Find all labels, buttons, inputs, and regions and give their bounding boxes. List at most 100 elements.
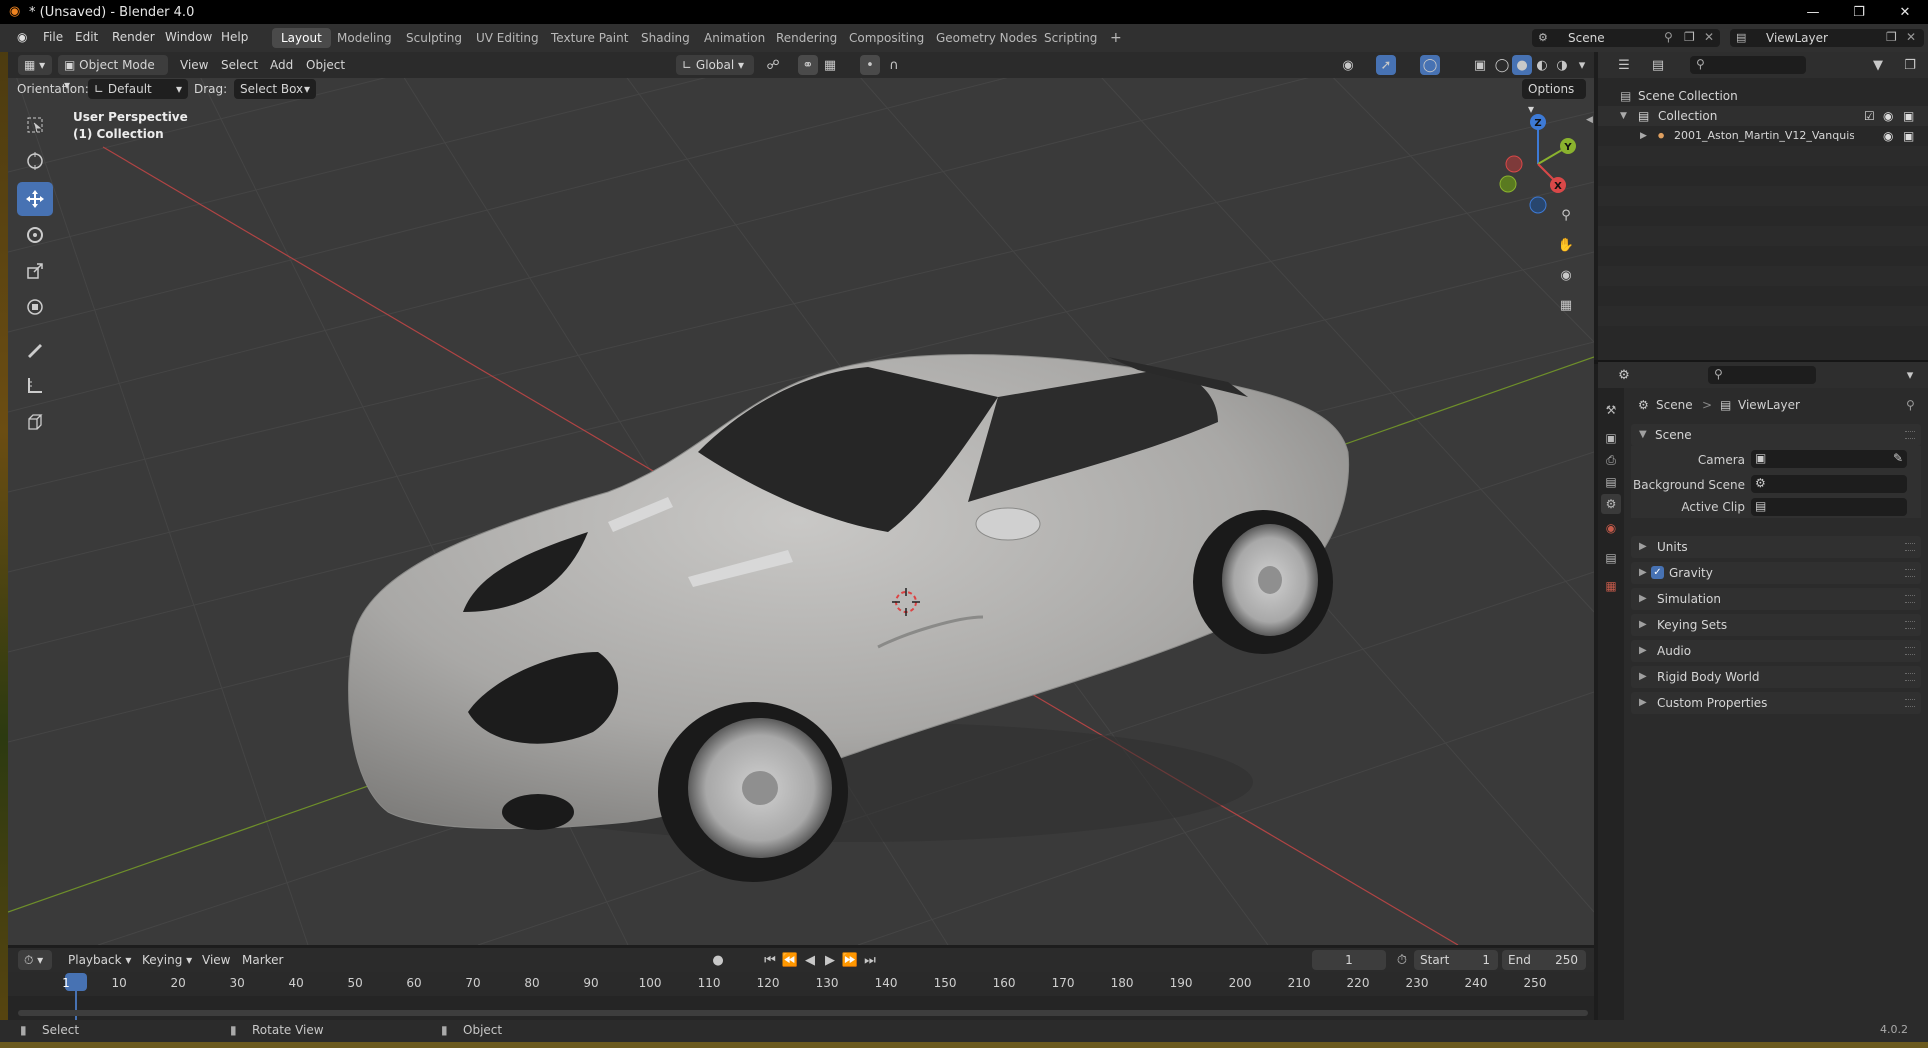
drag-handle-icon[interactable] <box>1905 569 1915 577</box>
scale-icon[interactable] <box>17 254 53 288</box>
record-icon[interactable]: ● <box>708 950 728 970</box>
tab-animation[interactable]: Animation <box>695 28 774 48</box>
drag-handle-icon[interactable] <box>1905 595 1915 603</box>
tab-uv-editing[interactable]: UV Editing <box>467 28 548 48</box>
select-box-icon[interactable] <box>17 108 53 142</box>
transform-icon[interactable] <box>17 290 53 324</box>
pin-icon[interactable]: ⚲ <box>1664 30 1673 44</box>
menu-add[interactable]: Add <box>264 55 299 75</box>
tab-layout[interactable]: Layout <box>272 28 331 48</box>
tab-geometry-nodes[interactable]: Geometry Nodes <box>927 28 1046 48</box>
jump-end-icon[interactable]: ⏭ <box>860 950 880 970</box>
camera-field[interactable]: ▣ ✎ <box>1751 450 1907 468</box>
add-workspace-button[interactable]: + <box>1101 28 1131 48</box>
jump-start-icon[interactable]: ⏮ <box>760 950 780 970</box>
texture-icon[interactable]: ▦ <box>1601 576 1621 596</box>
camera-view-icon[interactable]: ◉ <box>1556 265 1576 285</box>
3d-viewport[interactable]: Z Y X ⚲ ✋ ◉ ▦ User Perspective (1) Colle… <box>8 52 1594 945</box>
overlays-toggle-icon[interactable]: ◯ <box>1420 55 1440 75</box>
playback-menu[interactable]: Playback ▾ <box>62 950 137 970</box>
orientation-dropdown[interactable]: ∟ Default ▾ <box>88 79 188 99</box>
properties-search-input[interactable]: ⚲ <box>1708 366 1816 384</box>
menu-view[interactable]: View <box>174 55 214 75</box>
world-icon[interactable]: ◉ <box>1601 518 1621 538</box>
tab-sculpting[interactable]: Sculpting <box>397 28 471 48</box>
tab-scripting[interactable]: Scripting <box>1035 28 1106 48</box>
panel-keying-sets[interactable]: ▶ Keying Sets <box>1631 614 1921 636</box>
mode-selector[interactable]: ▣ Object Mode ▾ <box>58 55 168 92</box>
editor-type-button[interactable]: ⏱ ▾ <box>18 950 52 970</box>
eyedropper-icon[interactable]: ✎ <box>1893 451 1903 465</box>
pan-hand-icon[interactable]: ✋ <box>1556 235 1576 255</box>
restore-icon[interactable]: ❐ <box>1836 0 1882 24</box>
preview-range-icon[interactable]: ⏱ <box>1392 950 1412 970</box>
delete-scene-icon[interactable]: ✕ <box>1704 30 1714 44</box>
menu-edit[interactable]: Edit <box>75 30 98 44</box>
outliner-search-input[interactable]: ⚲ <box>1690 56 1806 74</box>
drag-dropdown[interactable]: Select Box ▾ <box>234 79 316 99</box>
new-scene-icon[interactable]: ❐ <box>1684 30 1695 44</box>
menu-render[interactable]: Render <box>112 30 155 44</box>
material-preview-icon[interactable]: ◐ <box>1532 55 1552 75</box>
view-layer-icon[interactable]: ▤ <box>1601 472 1621 492</box>
panel-audio[interactable]: ▶ Audio <box>1631 640 1921 662</box>
snap-icon[interactable]: ⚭ <box>798 55 818 75</box>
collection-icon[interactable]: ▤ <box>1601 548 1621 568</box>
car-model[interactable] <box>348 354 1350 883</box>
display-mode-icon[interactable]: ▤ <box>1648 55 1668 75</box>
drag-handle-icon[interactable] <box>1905 621 1915 629</box>
options-dropdown[interactable]: Options ▾ <box>1522 79 1586 116</box>
active-clip-field[interactable]: ▤ <box>1751 498 1907 516</box>
filter-icon[interactable]: ▼ <box>1868 55 1888 75</box>
drag-handle-icon[interactable] <box>1905 699 1915 707</box>
falloff-icon[interactable]: ∩ <box>884 55 904 75</box>
editor-type-icon[interactable]: ⚙ <box>1614 365 1634 385</box>
pivot-point-icon[interactable]: ☍ <box>763 55 783 75</box>
camera-icon[interactable]: ▣ <box>1903 126 1914 146</box>
current-frame-field[interactable]: 1 <box>1312 950 1386 970</box>
menu-object[interactable]: Object <box>300 55 351 75</box>
camera-icon[interactable]: ▣ <box>1903 106 1914 126</box>
expand-arrow-icon[interactable]: ▶ <box>1640 126 1647 146</box>
sidebar-toggle-icon[interactable]: ◀ <box>1586 115 1593 125</box>
tool-icon[interactable]: ⚒ <box>1601 400 1621 420</box>
tab-rendering[interactable]: Rendering <box>767 28 846 48</box>
keying-menu[interactable]: Keying ▾ <box>136 950 198 970</box>
pin-icon[interactable]: ⚲ <box>1906 398 1915 412</box>
new-collection-icon[interactable]: ❐ <box>1900 55 1920 75</box>
panel-gravity[interactable]: ▶ ✓ Gravity <box>1631 562 1921 584</box>
panel-rigid-body-world[interactable]: ▶ Rigid Body World <box>1631 666 1921 688</box>
drag-handle-icon[interactable] <box>1905 431 1915 439</box>
proportional-editing-icon[interactable]: • <box>860 55 880 75</box>
output-icon[interactable]: ⎙ <box>1601 450 1621 470</box>
panel-units[interactable]: ▶ Units <box>1631 536 1921 558</box>
navigation-gizmo[interactable]: Z Y X <box>1496 114 1580 214</box>
scene-icon[interactable]: ⚙ <box>1601 494 1621 514</box>
menu-window[interactable]: Window <box>165 30 212 44</box>
outliner-row-scene-collection[interactable]: ▤ Scene Collection <box>1598 86 1928 106</box>
move-icon[interactable] <box>17 182 53 216</box>
snap-target-icon[interactable]: ▦ <box>820 55 840 75</box>
tab-shading[interactable]: Shading <box>632 28 699 48</box>
scene-selector[interactable]: ⚙ Scene ⚲ ❐ ✕ <box>1532 29 1720 47</box>
timeline-ruler[interactable]: 1 10 20 30 40 50 60 70 80 90 100 110 120 130 140 150 160… <box>8 972 1594 1020</box>
scene-panel-header[interactable]: ▼ Scene <box>1631 424 1921 446</box>
panel-simulation[interactable]: ▶ Simulation <box>1631 588 1921 610</box>
drag-handle-icon[interactable] <box>1905 647 1915 655</box>
cursor-icon[interactable] <box>17 144 53 178</box>
gizmo-toggle-icon[interactable]: ➚ <box>1376 55 1396 75</box>
solid-shading-icon[interactable]: ● <box>1512 55 1532 75</box>
eye-icon[interactable]: ◉ <box>1883 106 1893 126</box>
viewlayer-selector[interactable]: ▤ ViewLayer ❐ ✕ <box>1730 29 1924 47</box>
transform-orientation-selector[interactable]: ∟ Global ▾ <box>676 55 754 75</box>
expand-arrow-icon[interactable]: ▼ <box>1620 106 1627 126</box>
tab-compositing[interactable]: Compositing <box>840 28 933 48</box>
delete-viewlayer-icon[interactable]: ✕ <box>1906 30 1916 44</box>
tab-texture-paint[interactable]: Texture Paint <box>542 28 637 48</box>
gravity-checkbox[interactable]: ✓ <box>1651 566 1664 579</box>
wireframe-shading-icon[interactable]: ◯ <box>1492 55 1512 75</box>
chevron-down-icon[interactable]: ▾ <box>1900 365 1920 385</box>
annotate-icon[interactable] <box>17 332 53 366</box>
background-scene-field[interactable]: ⚙ <box>1751 475 1907 493</box>
shading-options-icon[interactable]: ▾ <box>1572 55 1592 75</box>
